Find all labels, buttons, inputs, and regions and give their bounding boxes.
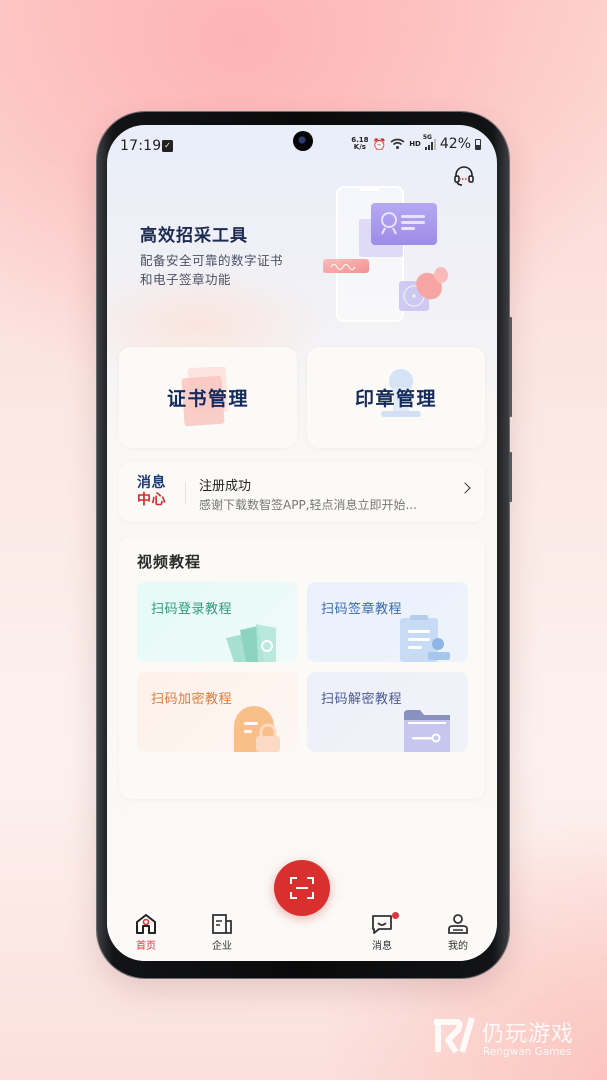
net-speed: 6.18 K/s [351, 137, 368, 151]
certificate-management-card[interactable]: 证书管理 [119, 347, 297, 448]
hero-title: 高效招采工具 [140, 226, 248, 246]
nav-profile[interactable]: 我的 [438, 914, 478, 952]
scan-icon [290, 877, 314, 899]
certificate-management-label: 证书管理 [166, 388, 249, 410]
status-bar: 17:19 ✓ 6.18 K/s ⏰ HD 5G 42% [107, 125, 497, 159]
watermark-cn: 仍玩游戏 [482, 1022, 575, 1047]
nav-messages[interactable]: 消息 [362, 912, 402, 952]
tutorial-label: 扫码解密教程 [321, 692, 403, 707]
battery-icon [475, 138, 481, 150]
message-center-logo-line1: 消息 [137, 475, 166, 491]
nav-messages-label: 消息 [372, 941, 392, 952]
phone-frame: 17:19 ✓ 6.18 K/s ⏰ HD 5G 42% 高效招采工具 配备安全… [97, 112, 512, 978]
chat-smile-icon [372, 915, 392, 934]
rengwan-logo-icon [434, 1017, 475, 1054]
folder-key-icon [404, 710, 450, 752]
video-tutorials-section: 视频教程 扫码登录教程 扫码签章教程 扫码加密教程 扫码解密教程 [119, 537, 485, 799]
chevron-right-icon[interactable] [459, 482, 471, 494]
checkbox-notification-icon: ✓ [162, 140, 173, 152]
building-icon [212, 914, 232, 934]
alarm-icon: ⏰ [372, 137, 387, 151]
divider [185, 482, 186, 504]
tutorial-scan-login[interactable]: 扫码登录教程 [137, 582, 298, 662]
unread-badge [392, 912, 399, 919]
message-title: 注册成功 [199, 479, 252, 494]
clipboard-stamp-icon [400, 615, 450, 662]
app-screen: 17:19 ✓ 6.18 K/s ⏰ HD 5G 42% 高效招采工具 配备安全… [107, 125, 497, 961]
net-speed-unit: K/s [353, 143, 366, 151]
tutorial-scan-encrypt[interactable]: 扫码加密教程 [137, 672, 298, 752]
tutorial-label: 扫码加密教程 [151, 692, 233, 707]
tutorial-scan-sign[interactable]: 扫码签章教程 [307, 582, 468, 662]
tutorial-scan-decrypt[interactable]: 扫码解密教程 [307, 672, 468, 752]
tutorial-label: 扫码登录教程 [151, 602, 233, 617]
nav-home[interactable]: 首页 [126, 914, 166, 952]
seal-management-card[interactable]: 印章管理 [307, 347, 485, 448]
battery-percent: 42% [439, 136, 471, 152]
message-preview: 感谢下载数智签APP,轻点消息立即开始... [199, 498, 417, 512]
tutorial-label: 扫码签章教程 [321, 602, 403, 617]
hero-subtitle-line1: 配备安全可靠的数字证书 [140, 253, 284, 268]
watermark: 仍玩游戏 Rengwan Games [432, 1016, 573, 1060]
message-center-card[interactable]: 消息 中心 注册成功 感谢下载数智签APP,轻点消息立即开始... [119, 462, 485, 522]
hero-illustration [323, 186, 448, 322]
document-lock-icon [234, 706, 280, 752]
power-button [509, 452, 512, 502]
cards-icon [226, 624, 276, 662]
hd-label: HD [409, 140, 421, 148]
user-icon [448, 914, 468, 934]
watermark-en: Rengwan Games [483, 1046, 572, 1058]
hero-subtitle: 配备安全可靠的数字证书 和电子签章功能 [140, 251, 300, 289]
hero-subtitle-line2: 和电子签章功能 [140, 272, 232, 287]
nav-enterprise[interactable]: 企业 [202, 914, 242, 952]
message-center-logo: 消息 中心 [137, 475, 166, 509]
wifi-icon [390, 138, 405, 149]
video-tutorials-heading: 视频教程 [137, 553, 202, 571]
nav-home-label: 首页 [136, 941, 156, 952]
home-icon [136, 914, 156, 934]
seal-management-label: 印章管理 [354, 388, 437, 410]
status-time: 17:19 [120, 138, 162, 154]
message-center-logo-line2: 中心 [137, 492, 166, 508]
nav-enterprise-label: 企业 [212, 941, 232, 952]
nav-profile-label: 我的 [448, 941, 468, 952]
scan-button[interactable] [274, 860, 330, 916]
volume-button [509, 317, 512, 417]
cellular-signal: 5G [423, 134, 436, 150]
network-type: 5G [422, 133, 432, 141]
